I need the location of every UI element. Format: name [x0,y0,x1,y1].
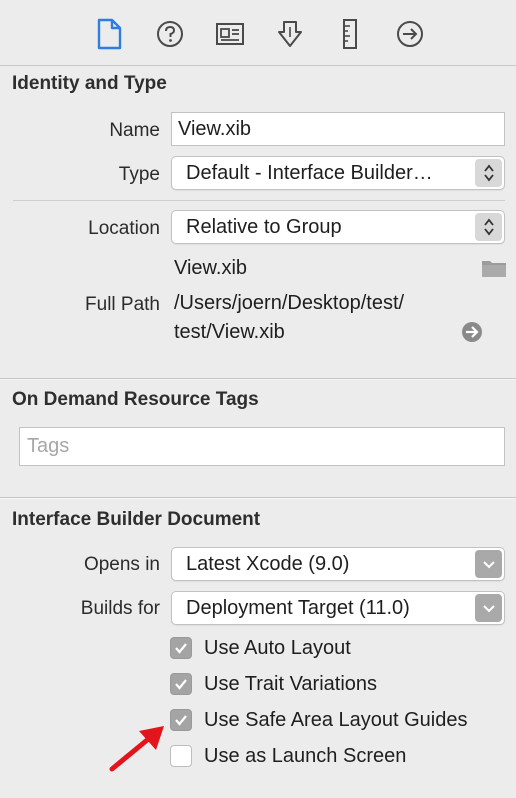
identity-and-type-title: Identity and Type [12,73,167,94]
builds-for-popup-value: Deployment Target (11.0) [186,597,410,619]
checkmark-icon [170,637,192,659]
opens-in-popup-value: Latest Xcode (9.0) [186,553,350,575]
use-trait-variations-checkbox[interactable]: Use Trait Variations [170,671,377,697]
location-file-name: View.xib [174,257,248,279]
inspector-toolbar [0,0,516,66]
chevron-down-icon [475,594,502,622]
tags-input[interactable]: Tags [19,427,505,466]
type-popup[interactable]: Default - Interface Builder… [171,156,505,190]
size-inspector-icon[interactable] [334,18,366,50]
identity-inspector-icon[interactable] [214,18,246,50]
location-popup-value: Relative to Group [186,216,342,238]
folder-icon[interactable] [481,258,507,283]
attributes-inspector-icon[interactable] [274,18,306,50]
up-down-stepper-icon [475,213,502,241]
red-arrow-annotation-icon [106,722,168,779]
full-path-line-2: test/View.xib [174,321,285,343]
ib-document-title: Interface Builder Document [12,509,261,530]
file-inspector-panel: Identity and Type Name View.xib Type Def… [0,0,516,798]
opens-in-popup[interactable]: Latest Xcode (9.0) [171,547,505,581]
checkmark-icon [170,673,192,695]
type-label: Type [118,164,160,185]
builds-for-popup[interactable]: Deployment Target (11.0) [171,591,505,625]
odr-tags-title: On Demand Resource Tags [12,389,259,410]
use-safe-area-layout-guides-checkbox[interactable]: Use Safe Area Layout Guides [170,707,468,733]
checkmark-icon [170,709,192,731]
section-separator [0,497,516,499]
up-down-stepper-icon [475,159,502,187]
opens-in-label: Opens in [83,554,160,575]
location-popup[interactable]: Relative to Group [171,210,505,244]
use-auto-layout-checkbox[interactable]: Use Auto Layout [170,635,351,661]
checkbox-label: Use Trait Variations [204,672,378,695]
full-path-line-1: /Users/joern/Desktop/test/ [174,292,405,314]
use-as-launch-screen-checkbox[interactable]: Use as Launch Screen [170,743,406,769]
type-popup-value: Default - Interface Builder… [186,162,433,184]
name-field[interactable]: View.xib [171,112,505,146]
connections-inspector-icon[interactable] [394,18,426,50]
checkbox-label: Use as Launch Screen [204,744,407,767]
reveal-in-finder-arrow-icon[interactable] [461,321,483,348]
section-separator [0,378,516,380]
checkbox-label: Use Auto Layout [204,636,351,659]
full-path-label: Full Path [85,294,160,315]
checkbox-empty [170,745,192,767]
identity-divider [13,200,505,201]
location-label: Location [88,218,160,239]
builds-for-label: Builds for [80,598,160,619]
checkbox-label: Use Safe Area Layout Guides [204,708,468,731]
chevron-down-icon [475,550,502,578]
file-inspector-icon[interactable] [93,18,125,50]
name-label: Name [109,120,160,141]
quick-help-icon[interactable] [154,18,186,50]
